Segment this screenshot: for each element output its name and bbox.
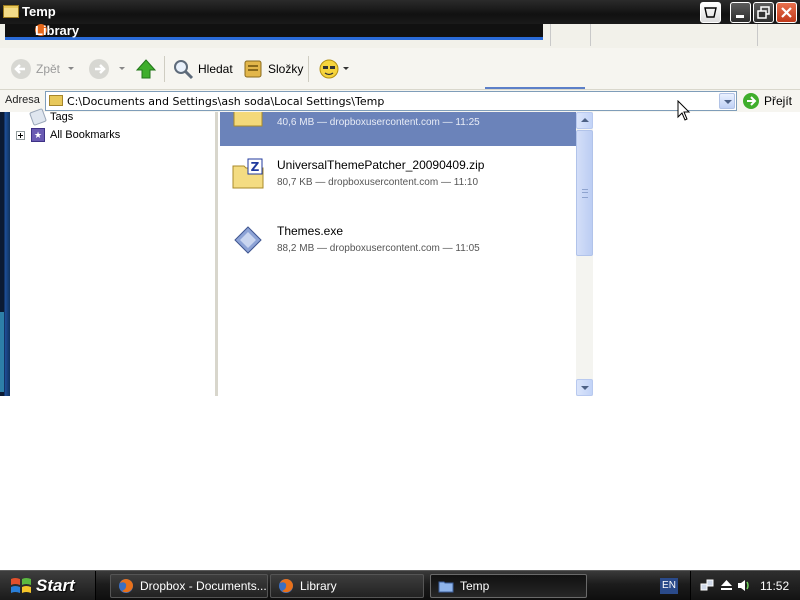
search-button[interactable]: Hledat [172, 57, 233, 81]
chevron-down-icon[interactable] [119, 67, 125, 70]
tag-icon [29, 108, 47, 126]
download-meta: 88,2 MB — dropboxusercontent.com — 11:05 [277, 243, 480, 254]
svg-text:Z: Z [251, 160, 260, 174]
network-icon[interactable] [700, 578, 715, 593]
address-input[interactable] [67, 93, 717, 109]
taskbar-item-library[interactable]: Library [270, 574, 424, 598]
list-item[interactable]: Z UniversalThemePatcher_20090409.zip 80,… [220, 142, 576, 206]
scroll-up-button[interactable] [576, 112, 593, 129]
scrollbar-thumb[interactable] [576, 130, 593, 256]
sidebar-item-all-bookmarks[interactable]: ★ All Bookmarks [16, 127, 120, 143]
background-window-title: Library [35, 23, 80, 38]
exe-icon [234, 226, 262, 254]
taskbar-item-dropbox[interactable]: Dropbox - Documents... [110, 574, 268, 598]
language-indicator[interactable]: EN [660, 578, 678, 594]
restore-button[interactable] [753, 2, 774, 23]
search-icon [174, 60, 194, 80]
clock[interactable]: 11:52 [760, 579, 789, 593]
divider [485, 87, 585, 89]
address-field[interactable] [45, 91, 737, 111]
go-label: Přejít [764, 94, 793, 108]
divider [164, 56, 165, 82]
sidebar-item-tags[interactable]: Tags [16, 108, 74, 126]
bookmarks-star-icon: ★ [31, 128, 45, 142]
tray-icon [704, 7, 717, 18]
window-extra-button[interactable] [700, 2, 721, 23]
go-arrow-icon [743, 93, 759, 109]
address-dropdown-button[interactable] [719, 93, 735, 109]
divider [757, 24, 758, 46]
firefox-icon [279, 579, 293, 593]
system-tray: 11:52 [690, 571, 800, 600]
minimize-button[interactable] [730, 2, 751, 23]
divider [550, 24, 551, 46]
folders-button[interactable]: Složky [242, 57, 303, 81]
search-label: Hledat [198, 62, 233, 76]
download-name: UniversalThemePatcher_20090409.zip [277, 158, 485, 172]
list-item[interactable]: Themes.exe 88,2 MB — dropboxusercontent.… [220, 208, 576, 272]
back-arrow-icon [11, 59, 31, 79]
folder-icon [233, 112, 263, 127]
folder-icon [438, 581, 454, 593]
start-label: Start [36, 576, 75, 595]
up-arrow-icon [135, 59, 157, 79]
address-label: Adresa [5, 94, 40, 106]
taskbar-item-temp[interactable]: Temp [430, 574, 587, 598]
restore-icon [757, 6, 770, 19]
start-button[interactable]: Start [0, 571, 96, 600]
chevron-down-icon[interactable] [343, 67, 349, 70]
sidebar-item-label: Tags [50, 111, 74, 123]
smiley-glasses-icon [319, 59, 339, 79]
folder-icon [49, 95, 63, 106]
vertical-scrollbar[interactable] [576, 112, 593, 396]
back-label: Zpět [36, 62, 61, 76]
volume-icon[interactable] [736, 578, 751, 593]
minimize-icon [736, 15, 744, 18]
emoticon-button[interactable] [318, 57, 340, 81]
folders-label: Složky [268, 62, 304, 76]
sidebar-item-label: All Bookmarks [50, 129, 121, 141]
taskbar: Start Dropbox - Documents... Library Tem… [0, 570, 800, 600]
toolbar: Zpět Hledat Složky [0, 48, 800, 90]
background-window-strip: Library [0, 24, 800, 48]
desktop-screen: Temp Library Zpět Hledat Složky Adresa C… [0, 0, 800, 600]
taskbar-item-label: Temp [460, 579, 490, 593]
up-folder-button[interactable] [135, 57, 157, 81]
folders-icon [244, 60, 262, 78]
download-meta: 40,6 MB — dropboxusercontent.com — 11:25 [277, 117, 480, 128]
divider [590, 24, 591, 46]
taskbar-item-label: Library [300, 579, 337, 593]
title-bar[interactable]: Temp [0, 0, 800, 24]
go-button[interactable]: Přejít [742, 92, 792, 110]
chevron-down-icon[interactable] [68, 67, 74, 70]
window-edge-accent [0, 312, 4, 392]
windows-flag-icon [11, 578, 31, 593]
folder-icon [3, 5, 19, 18]
close-button[interactable] [776, 2, 797, 23]
close-icon [781, 7, 792, 18]
forward-arrow-icon [89, 59, 109, 79]
library-sidebar: Tags ★ All Bookmarks [0, 108, 218, 396]
list-item[interactable]: 40,6 MB — dropboxusercontent.com — 11:25 [220, 112, 576, 146]
back-button[interactable]: Zpět [10, 57, 60, 81]
eject-icon[interactable] [719, 578, 734, 593]
download-meta: 80,7 KB — dropboxusercontent.com — 11:10 [277, 177, 479, 188]
taskbar-item-label: Dropbox - Documents... [140, 579, 267, 593]
scroll-down-button[interactable] [576, 379, 593, 396]
forward-button[interactable] [88, 57, 110, 81]
download-name: Themes.exe [277, 224, 344, 238]
divider [308, 56, 309, 82]
window-title: Temp [22, 4, 56, 19]
mouse-cursor-icon [677, 100, 691, 121]
zip-folder-icon: Z [232, 158, 264, 189]
background-window-titlebar[interactable]: Library [5, 24, 543, 40]
downloads-list[interactable]: 40,6 MB — dropboxusercontent.com — 11:25… [220, 112, 576, 396]
firefox-icon [119, 579, 133, 593]
expand-icon[interactable] [16, 130, 25, 140]
